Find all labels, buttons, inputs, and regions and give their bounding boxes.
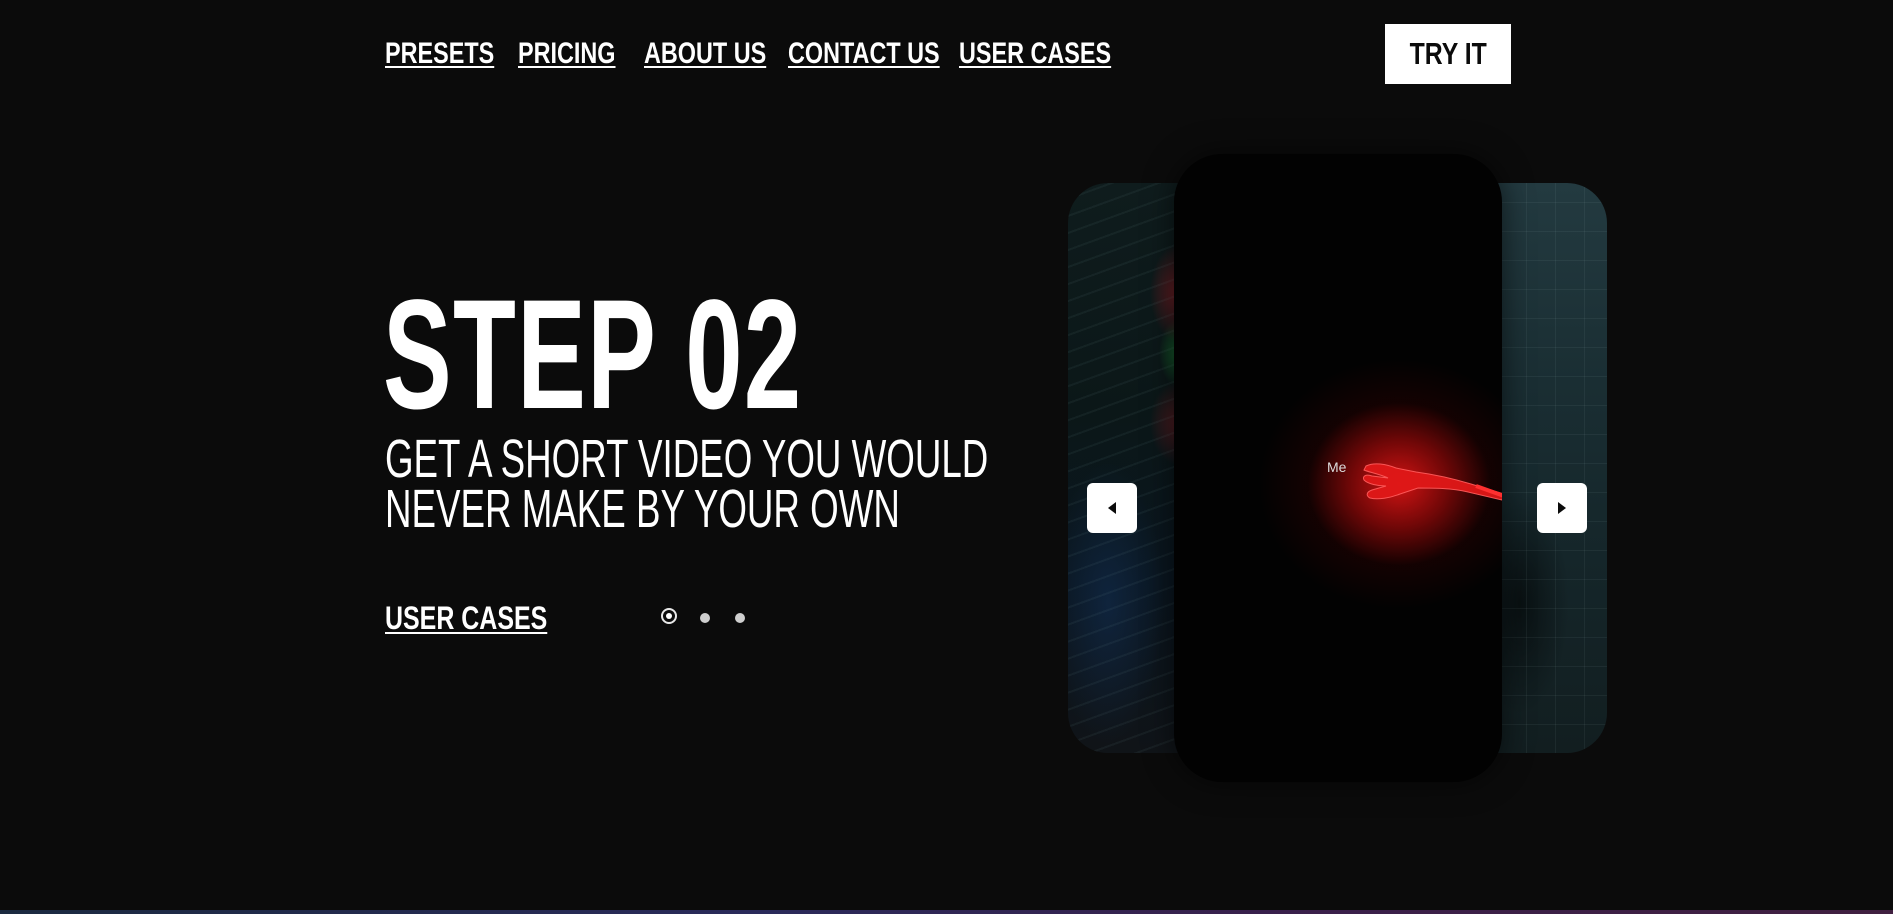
caret-left-icon: [1108, 502, 1116, 514]
page: PRESETS PRICING ABOUT US CONTACT US USER…: [0, 0, 1893, 914]
try-it-label: TRY IT: [1409, 36, 1487, 71]
carousel-next-button[interactable]: [1537, 483, 1587, 533]
carousel-card-current[interactable]: Me: [1174, 154, 1502, 782]
step-title: STEP 02: [383, 268, 803, 442]
nav-item-contact-us[interactable]: CONTACT US: [788, 34, 940, 74]
try-it-button[interactable]: TRY IT: [1385, 24, 1511, 84]
pagination-dot-2[interactable]: [700, 613, 710, 623]
nav-item-about-us[interactable]: ABOUT US: [644, 34, 766, 74]
nav-item-presets[interactable]: PRESETS: [385, 34, 494, 74]
step-subtitle-line-1: GET A SHORT VIDEO YOU WOULD: [385, 429, 989, 489]
user-cases-link[interactable]: USER CASES: [385, 598, 547, 638]
nav-item-pricing[interactable]: PRICING: [518, 34, 616, 74]
step-pagination: [661, 608, 751, 628]
carousel-prev-button[interactable]: [1087, 483, 1137, 533]
red-hand-illustration: [1363, 463, 1502, 501]
pagination-dot-1[interactable]: [661, 608, 677, 624]
step-subtitle-line-2: NEVER MAKE BY YOUR OWN: [385, 479, 900, 539]
pagination-dot-3[interactable]: [735, 613, 745, 623]
bottom-divider: [0, 910, 1893, 914]
video-caption: Me: [1327, 459, 1347, 475]
caret-right-icon: [1558, 502, 1566, 514]
nav-item-user-cases[interactable]: USER CASES: [959, 34, 1111, 74]
step-subtitle: GET A SHORT VIDEO YOU WOULD NEVER MAKE B…: [385, 429, 989, 539]
